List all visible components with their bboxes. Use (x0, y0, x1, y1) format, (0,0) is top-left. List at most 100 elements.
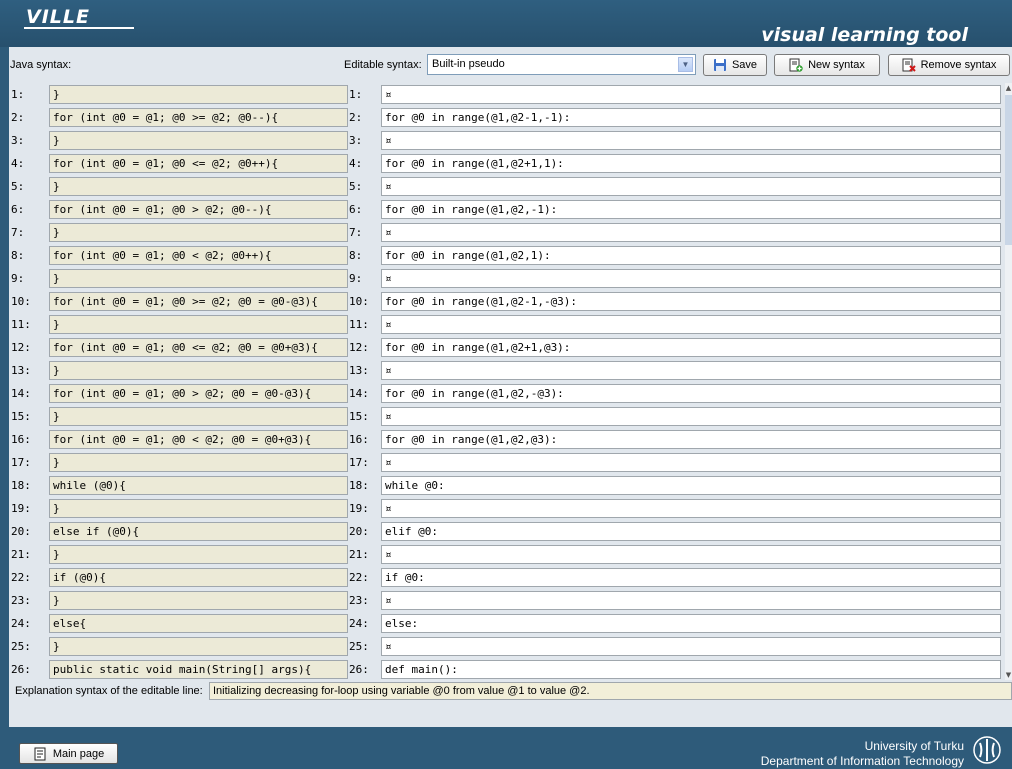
editable-syntax-field[interactable]: ¤ (381, 499, 1001, 518)
java-syntax-cell: for (int @0 = @1; @0 >= @2; @0 = @0-@3){ (49, 292, 348, 311)
chevron-down-icon[interactable]: ▼ (678, 57, 693, 72)
java-line-number: 6: (11, 203, 25, 216)
editable-line-number: 14: (349, 387, 369, 400)
editable-syntax-label: Editable syntax: (344, 59, 422, 71)
java-line-number: 11: (11, 318, 31, 331)
java-line-number: 13: (11, 364, 31, 377)
editable-syntax-field[interactable]: else: (381, 614, 1001, 633)
java-line-number: 8: (11, 249, 25, 262)
department-name: Department of Information Technology (760, 754, 964, 768)
editable-syntax-field[interactable]: ¤ (381, 591, 1001, 610)
syntax-row: 25:} 25: ¤ (9, 635, 1004, 658)
editable-line-number: 11: (349, 318, 369, 331)
remove-syntax-button[interactable]: Remove syntax (888, 54, 1010, 76)
syntax-row: 3:} 3: ¤ (9, 129, 1004, 152)
syntax-row: 2: for (int @0 = @1; @0 >= @2; @0--){2: fo… (9, 106, 1004, 129)
editable-syntax-field[interactable]: for @0 in range(@1,@2,@3): (381, 430, 1001, 449)
editable-syntax-field[interactable]: ¤ (381, 361, 1001, 380)
syntax-row: 22: if (@0){22: if @0: (9, 566, 1004, 589)
document-icon (34, 747, 46, 760)
syntax-row: 26: public static void main(String[] args… (9, 658, 1004, 680)
syntax-row: 21:} 21: ¤ (9, 543, 1004, 566)
editable-line-number: 21: (349, 548, 369, 561)
new-document-icon (789, 58, 803, 72)
editable-line-number: 12: (349, 341, 369, 354)
editable-syntax-field[interactable]: ¤ (381, 269, 1001, 288)
save-button[interactable]: Save (703, 54, 767, 76)
java-syntax-cell: if (@0){ (49, 568, 348, 587)
app-footer: Main page University of Turku Department… (0, 727, 1012, 769)
new-syntax-button[interactable]: New syntax (774, 54, 880, 76)
editable-syntax-field[interactable]: ¤ (381, 637, 1001, 656)
editable-line-number: 22: (349, 571, 369, 584)
remove-syntax-label: Remove syntax (920, 59, 997, 71)
editable-line-number: 8: (349, 249, 363, 262)
editable-syntax-field[interactable]: for @0 in range(@1,@2,1): (381, 246, 1001, 265)
java-line-number: 26: (11, 663, 31, 676)
university-crest-icon (973, 736, 1001, 764)
editable-syntax-field[interactable]: ¤ (381, 131, 1001, 150)
editable-line-number: 15: (349, 410, 369, 423)
editable-syntax-field[interactable]: while @0: (381, 476, 1001, 495)
java-line-number: 22: (11, 571, 31, 584)
editable-syntax-field[interactable]: ¤ (381, 545, 1001, 564)
vertical-scrollbar[interactable]: ▲ ▼ (1005, 83, 1012, 680)
editable-line-number: 19: (349, 502, 369, 515)
java-syntax-cell: for (int @0 = @1; @0 <= @2; @0 = @0+@3){ (49, 338, 348, 357)
scroll-up-icon[interactable]: ▲ (1005, 83, 1012, 93)
java-line-number: 7: (11, 226, 25, 239)
java-syntax-cell: } (49, 85, 348, 104)
java-syntax-cell: } (49, 407, 348, 426)
editable-syntax-field[interactable]: for @0 in range(@1,@2-1,-@3): (381, 292, 1001, 311)
editable-syntax-field[interactable]: def main(): (381, 660, 1001, 679)
editable-syntax-field[interactable]: for @0 in range(@1,@2-1,-1): (381, 108, 1001, 127)
syntax-row: 16: for (int @0 = @1; @0 < @2; @0 = @0+@3… (9, 428, 1004, 451)
editable-syntax-field[interactable]: for @0 in range(@1,@2+1,1): (381, 154, 1001, 173)
scroll-down-icon[interactable]: ▼ (1005, 670, 1012, 680)
editable-line-number: 3: (349, 134, 363, 147)
editable-line-number: 20: (349, 525, 369, 538)
floppy-disk-icon (713, 59, 726, 71)
java-syntax-cell: for (int @0 = @1; @0 > @2; @0--){ (49, 200, 348, 219)
java-syntax-cell: else{ (49, 614, 348, 633)
university-info: University of Turku Department of Inform… (761, 739, 964, 769)
syntax-row: 19:} 19: ¤ (9, 497, 1004, 520)
editable-syntax-field[interactable]: for @0 in range(@1,@2,-1): (381, 200, 1001, 219)
syntax-row: 8: for (int @0 = @1; @0 < @2; @0++){8: for… (9, 244, 1004, 267)
explanation-field[interactable]: Initializing decreasing for-loop using v… (209, 682, 1012, 700)
syntax-select-value: Built-in pseudo (432, 58, 505, 70)
editable-syntax-field[interactable]: for @0 in range(@1,@2,-@3): (381, 384, 1001, 403)
java-line-number: 10: (11, 295, 31, 308)
editable-syntax-field[interactable]: ¤ (381, 315, 1001, 334)
explanation-bar: Explanation syntax of the editable line:… (9, 680, 1012, 702)
new-syntax-label: New syntax (808, 59, 865, 71)
syntax-row: 17:} 17: ¤ (9, 451, 1004, 474)
java-syntax-cell: } (49, 223, 348, 242)
editable-syntax-field[interactable]: ¤ (381, 85, 1001, 104)
editable-syntax-field[interactable]: ¤ (381, 177, 1001, 196)
editable-syntax-field[interactable]: if @0: (381, 568, 1001, 587)
editable-syntax-field[interactable]: ¤ (381, 407, 1001, 426)
syntax-select[interactable]: Built-in pseudo ▼ (427, 54, 696, 75)
main-page-button[interactable]: Main page (19, 743, 118, 764)
java-syntax-cell: } (49, 637, 348, 656)
java-syntax-cell: } (49, 545, 348, 564)
java-line-number: 12: (11, 341, 31, 354)
editable-syntax-field[interactable]: elif @0: (381, 522, 1001, 541)
syntax-row: 15:} 15: ¤ (9, 405, 1004, 428)
syntax-row: 7:} 7: ¤ (9, 221, 1004, 244)
editable-line-number: 26: (349, 663, 369, 676)
editable-line-number: 9: (349, 272, 363, 285)
java-syntax-label: Java syntax: (10, 59, 72, 71)
java-line-number: 19: (11, 502, 31, 515)
editable-line-number: 5: (349, 180, 363, 193)
editable-syntax-field[interactable]: ¤ (381, 453, 1001, 472)
syntax-row: 13:} 13: ¤ (9, 359, 1004, 382)
editable-syntax-field[interactable]: for @0 in range(@1,@2+1,@3): (381, 338, 1001, 357)
editable-syntax-field[interactable]: ¤ (381, 223, 1001, 242)
syntax-row: 20: else if (@0){20: elif @0: (9, 520, 1004, 543)
java-line-number: 21: (11, 548, 31, 561)
editable-line-number: 18: (349, 479, 369, 492)
scrollbar-thumb[interactable] (1005, 95, 1012, 245)
java-line-number: 9: (11, 272, 25, 285)
